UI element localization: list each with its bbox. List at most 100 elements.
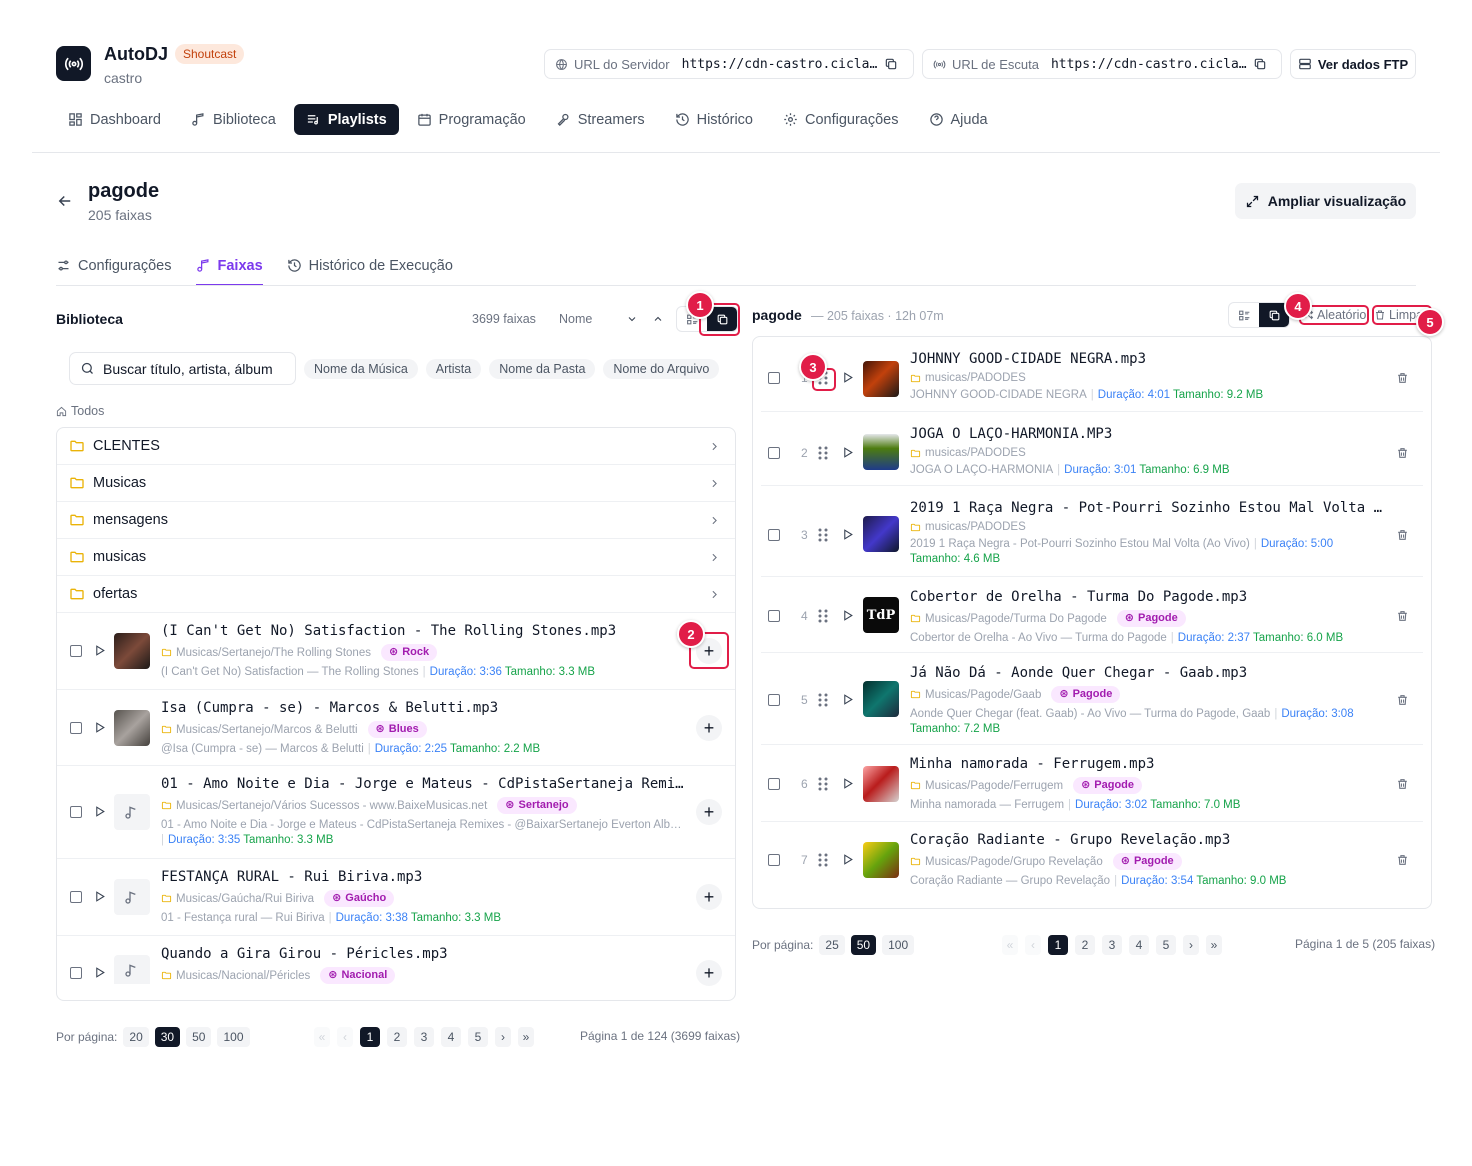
track-checkbox[interactable] [70,967,82,979]
track-checkbox[interactable] [70,722,82,734]
track-checkbox[interactable] [768,694,780,706]
expand-view-button[interactable]: Ampliar visualização [1235,183,1416,219]
sort-direction-button[interactable] [652,313,664,325]
track-checkbox[interactable] [768,372,780,384]
page-button[interactable]: 3 [414,1027,434,1047]
playlist-track-row[interactable]: 2 JOGA O LAÇO-HARMONIA.MP3 musicas/PADOD… [761,412,1423,486]
playlist-track-row[interactable]: 7 Coração Radiante - Grupo Revelação.mp3… [761,822,1423,898]
page-button[interactable]: 5 [468,1027,488,1047]
prev-page-button[interactable]: ‹ [337,1027,353,1047]
nav-playlists[interactable]: Playlists [293,104,399,135]
page-button[interactable]: 2 [387,1027,407,1047]
nav-programacao[interactable]: Programação [405,104,538,135]
folder-row[interactable]: ofertas [57,576,735,613]
playlist-track-row[interactable]: 6 Minha namorada - Ferrugem.mp3 Musicas/… [761,745,1423,822]
trash-icon[interactable] [1396,777,1409,791]
ftp-data-button[interactable]: Ver dados FTP [1290,49,1416,79]
last-page-button[interactable]: » [518,1027,534,1047]
breadcrumb[interactable]: Todos [56,404,104,418]
nav-streamers[interactable]: Streamers [544,104,657,135]
tab-configuracoes[interactable]: Configurações [56,245,172,286]
first-page-button[interactable]: « [314,1027,330,1047]
nav-dashboard[interactable]: Dashboard [56,104,173,135]
play-icon[interactable] [93,966,106,979]
playlist-track-row[interactable]: 4 TdP Cobertor de Orelha - Turma Do Pago… [761,577,1423,653]
drag-handle-icon[interactable] [817,528,829,542]
nav-ajuda[interactable]: Ajuda [917,104,1000,135]
library-track-row[interactable]: Quando a Gira Girou - Péricles.mp3 Music… [57,936,735,1000]
filter-chip-folder-name[interactable]: Nome da Pasta [489,359,596,379]
drag-handle-icon[interactable] [817,853,829,867]
play-icon[interactable] [841,371,854,384]
play-icon[interactable] [841,777,854,790]
page-size-option[interactable]: 50 [850,935,877,955]
drag-handle-icon[interactable] [817,777,829,791]
tab-faixas[interactable]: Faixas [195,245,263,286]
track-checkbox[interactable] [70,645,82,657]
play-icon[interactable] [841,853,854,866]
library-search[interactable] [69,352,296,385]
add-to-playlist-button[interactable]: + [696,960,722,986]
track-checkbox[interactable] [768,610,780,622]
playlist-track-row[interactable]: 1 JOHNNY GOOD-CIDADE NEGRA.mp3 musicas/P… [761,337,1423,412]
page-button[interactable]: 3 [1102,935,1122,955]
page-button[interactable]: 1 [1048,935,1068,955]
library-track-row[interactable]: 01 - Amo Noite e Dia - Jorge e Mateus - … [57,766,735,859]
next-page-button[interactable]: › [495,1027,511,1047]
trash-icon[interactable] [1396,609,1409,623]
page-size-option[interactable]: 25 [819,935,845,955]
play-icon[interactable] [93,890,106,903]
nav-historico[interactable]: Histórico [663,104,765,135]
filter-chip-file-name[interactable]: Nome do Arquivo [603,359,720,379]
tab-historico-execucao[interactable]: Histórico de Execução [287,245,453,286]
play-icon[interactable] [93,644,106,657]
library-track-row[interactable]: Isa (Cumpra - se) - Marcos & Belutti.mp3… [57,690,735,766]
page-size-option[interactable]: 50 [186,1027,212,1047]
play-icon[interactable] [93,805,106,818]
first-page-button[interactable]: « [1002,935,1018,955]
copy-icon[interactable] [884,57,898,71]
folder-row[interactable]: musicas [57,539,735,576]
trash-icon[interactable] [1396,693,1409,707]
search-input[interactable] [103,360,273,377]
play-icon[interactable] [841,609,854,622]
page-size-option[interactable]: 100 [882,935,915,955]
next-page-button[interactable]: › [1183,935,1199,955]
playlist-track-row[interactable]: 5 Já Não Dá - Aonde Quer Chegar - Gaab.m… [761,653,1423,745]
page-button[interactable]: 4 [441,1027,461,1047]
drag-handle-icon[interactable] [817,446,829,460]
play-icon[interactable] [93,721,106,734]
playlist-track-row[interactable]: 3 2019 1 Raça Negra - Pot-Pourri Sozinho… [761,486,1423,577]
track-checkbox[interactable] [768,854,780,866]
track-checkbox[interactable] [70,891,82,903]
prev-page-button[interactable]: ‹ [1025,935,1041,955]
list-view-button[interactable] [1229,303,1259,327]
folder-row[interactable]: mensagens [57,502,735,539]
add-to-playlist-button[interactable]: + [696,799,722,825]
page-button[interactable]: 1 [360,1027,380,1047]
track-checkbox[interactable] [768,447,780,459]
nav-biblioteca[interactable]: Biblioteca [179,104,288,135]
track-checkbox[interactable] [768,529,780,541]
add-to-playlist-button[interactable]: + [696,884,722,910]
back-button[interactable] [56,192,74,210]
trash-icon[interactable] [1396,371,1409,385]
page-size-option[interactable]: 20 [123,1027,149,1047]
track-checkbox[interactable] [70,806,82,818]
nav-configuracoes[interactable]: Configurações [771,104,911,135]
last-page-button[interactable]: » [1206,935,1222,955]
sort-select[interactable]: Nome [559,312,638,326]
page-button[interactable]: 5 [1156,935,1176,955]
trash-icon[interactable] [1396,528,1409,542]
copy-icon[interactable] [1253,57,1267,71]
play-icon[interactable] [841,528,854,541]
track-checkbox[interactable] [768,778,780,790]
play-icon[interactable] [841,446,854,459]
trash-icon[interactable] [1396,853,1409,867]
folder-row[interactable]: CLENTES [57,428,735,465]
filter-chip-song-name[interactable]: Nome da Música [304,359,418,379]
play-icon[interactable] [841,693,854,706]
drag-handle-icon[interactable] [817,609,829,623]
page-size-option[interactable]: 100 [217,1027,250,1047]
library-track-row[interactable]: (I Can't Get No) Satisfaction - The Roll… [57,613,735,690]
